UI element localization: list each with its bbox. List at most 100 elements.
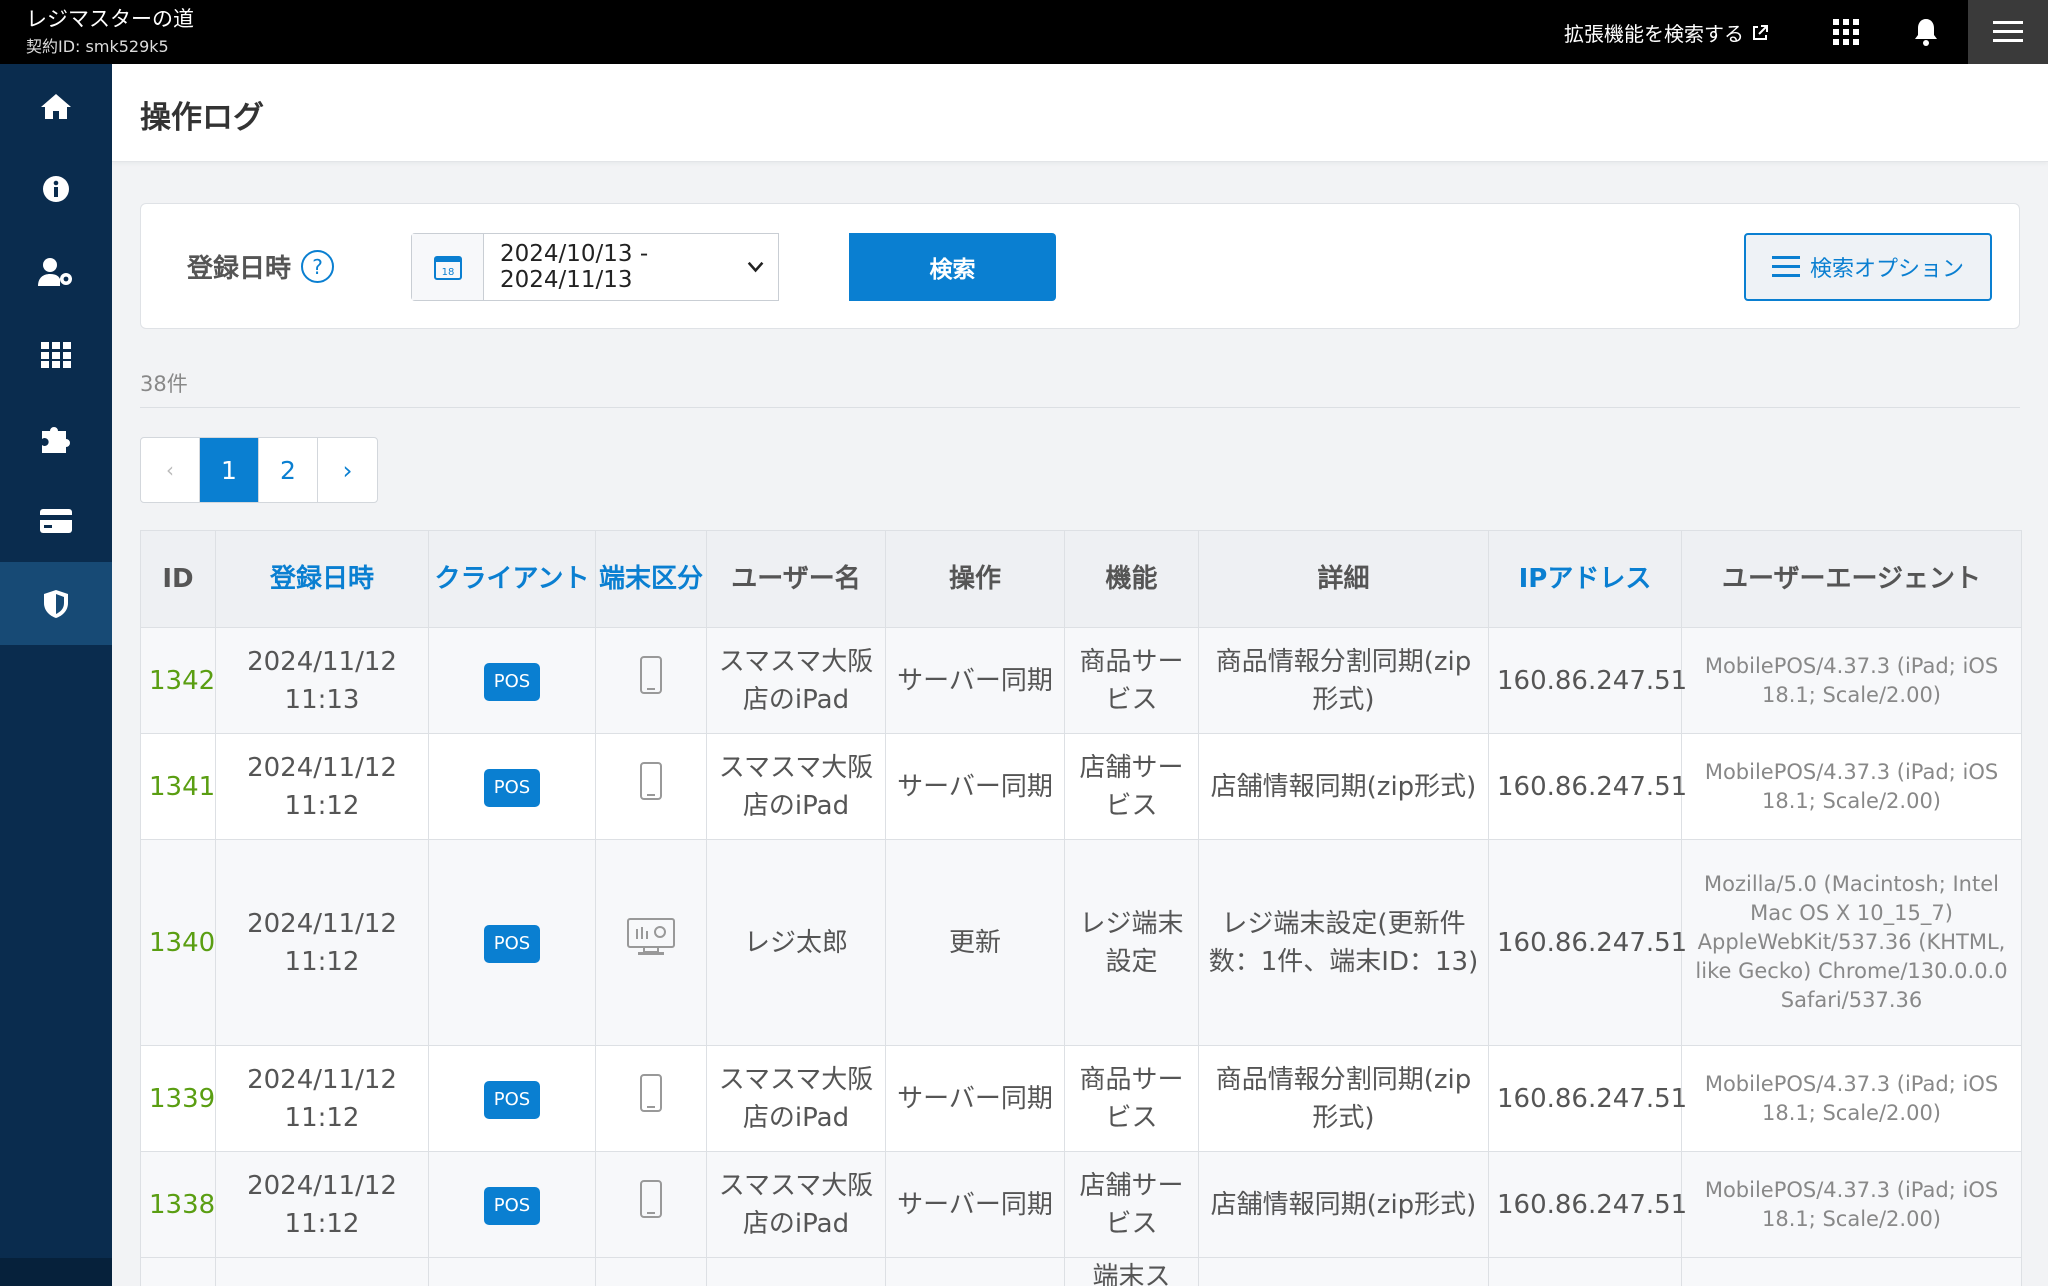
sidebar-item-extensions[interactable] [0, 396, 112, 479]
date-range-value: 2024/10/13 - 2024/11/13 [500, 241, 649, 293]
log-operation: サーバー同期 [885, 1151, 1065, 1258]
column-header-operation: 操作 [885, 530, 1065, 628]
top-bar: レジマスターの道 契約ID: smk529k5 拡張機能を検索する [0, 0, 2048, 64]
log-operation: サーバー同期 [885, 733, 1065, 840]
table-row: 1339 2024/11/12 11:12 POS スマスマ大阪店のiPad サー… [140, 1045, 2022, 1152]
log-user: スマスマ大阪店のiPad [706, 1151, 886, 1258]
app-title: レジマスターの道 [26, 7, 194, 31]
log-date: 2024/11/12 11:12 [215, 839, 429, 1046]
divider [140, 407, 2020, 408]
mobile-device-icon [595, 733, 707, 840]
calendar-day: 18 [441, 267, 454, 278]
help-icon[interactable]: ? [301, 250, 335, 283]
log-id-link[interactable]: 1341 [149, 772, 215, 802]
hamburger-menu-button[interactable] [1968, 0, 2048, 64]
log-user-agent: MobilePOS/4.37.3 (iPad; iOS 18.1; Scale/… [1681, 627, 2022, 734]
log-user-agent: Mozilla/5.0 (Macintosh; Intel Mac OS X 1… [1681, 839, 2022, 1046]
log-user: レジ太郎 [706, 839, 886, 1046]
list-icon [1771, 256, 1800, 277]
client-badge: POS [483, 663, 541, 701]
search-options-button[interactable]: 検索オプション [1744, 233, 1992, 301]
log-user: スマスマ大阪店のiPad [706, 627, 886, 734]
puzzle-icon [42, 426, 70, 453]
sidebar-item-security[interactable] [0, 562, 112, 645]
brand: レジマスターの道 契約ID: smk529k5 [26, 6, 194, 58]
column-header-client[interactable]: クライアント [428, 530, 596, 628]
filter-panel: 登録日時 ? 18 2024/10/13 - 2024/11/13 検索 検索オ… [140, 203, 2020, 329]
column-header-date[interactable]: 登録日時 [215, 530, 429, 628]
log-id-link[interactable]: 1340 [149, 928, 215, 958]
home-icon [41, 93, 71, 119]
sidebar-item-billing[interactable] [0, 479, 112, 562]
column-header-ip[interactable]: IPアドレス [1488, 530, 1682, 628]
sidebar-item-user-settings[interactable] [0, 230, 112, 313]
pagination-prev[interactable]: ‹ [141, 438, 200, 502]
column-header-detail: 詳細 [1198, 530, 1489, 628]
mobile-device-icon [595, 627, 707, 734]
mobile-device-icon [595, 1151, 707, 1258]
log-operation: サーバー同期 [885, 1045, 1065, 1152]
table-row: 1342 2024/11/12 11:13 POS スマスマ大阪店のiPad サー… [140, 627, 2022, 734]
pagination-page-2[interactable]: 2 [259, 438, 318, 502]
filter-label: 登録日時 ? [187, 248, 335, 285]
apps-grid-icon [41, 341, 71, 368]
sidebar-item-apps[interactable] [0, 313, 112, 396]
log-operation: 更新 [885, 839, 1065, 1046]
shield-icon [44, 589, 68, 618]
contract-id: 契約ID: smk529k5 [26, 37, 169, 56]
client-badge: POS [483, 1081, 541, 1119]
log-ip: 160.86.247.51 [1488, 1045, 1687, 1152]
log-id-link[interactable]: 1338 [149, 1190, 215, 1220]
log-date: 2024/11/12 11:12 [215, 1045, 429, 1152]
log-detail: 店舗情報同期(zip形式) [1198, 1151, 1489, 1258]
info-icon [43, 175, 69, 202]
log-id-link[interactable]: 1339 [149, 1084, 215, 1114]
client-badge: POS [483, 925, 541, 963]
table-row: 1341 2024/11/12 11:12 POS スマスマ大阪店のiPad サー… [140, 733, 2022, 840]
table-header-row: ID 登録日時 クライアント 端末区分 ユーザー名 操作 機能 詳細 IPアドレ… [140, 530, 2022, 628]
log-detail: 商品情報分割同期(zip形式) [1198, 627, 1489, 734]
pagination-next[interactable]: › [318, 438, 377, 502]
chevron-down-icon [747, 261, 764, 273]
search-options-label: 検索オプション [1809, 257, 1964, 282]
log-date: 2024/11/12 11:12 [215, 1151, 429, 1258]
log-feature: 店舗サービス [1064, 1151, 1199, 1258]
log-user: スマスマ大阪店のiPad [706, 733, 886, 840]
pagination-page-1[interactable]: 1 [200, 438, 259, 502]
operation-log-table: ID 登録日時 クライアント 端末区分 ユーザー名 操作 機能 詳細 IPアドレ… [140, 530, 2022, 1286]
log-user-agent: MobilePOS/4.37.3 (iPad; iOS 18.1; Scale/… [1681, 733, 2022, 840]
apps-grid-icon[interactable] [1826, 12, 1866, 52]
column-header-user: ユーザー名 [706, 530, 886, 628]
log-ip: 160.86.247.51 [1488, 839, 1687, 1046]
bell-icon[interactable] [1906, 12, 1946, 52]
sidebar-footer [0, 1258, 112, 1286]
column-header-user-agent: ユーザーエージェント [1681, 530, 2022, 628]
mobile-device-icon [595, 1045, 707, 1152]
column-header-device[interactable]: 端末区分 [595, 530, 707, 628]
log-feature: 商品サービス [1064, 627, 1199, 734]
log-id-link[interactable]: 1342 [149, 666, 215, 696]
search-button[interactable]: 検索 [849, 233, 1056, 301]
log-feature: 店舗サービス [1064, 733, 1199, 840]
table-row: 端末ス [140, 1257, 2022, 1286]
log-ip: 160.86.247.51 [1488, 1151, 1687, 1258]
column-header-feature: 機能 [1064, 530, 1199, 628]
date-range-picker[interactable]: 18 2024/10/13 - 2024/11/13 [411, 233, 779, 301]
log-user-agent: MobilePOS/4.37.3 (iPad; iOS 18.1; Scale/… [1681, 1151, 2022, 1258]
extension-search-link[interactable]: 拡張機能を検索する [1564, 18, 1768, 47]
log-feature: レジ端末設定 [1064, 839, 1199, 1046]
log-user: スマスマ大阪店のiPad [706, 1045, 886, 1152]
extension-search-label: 拡張機能を検索する [1564, 22, 1744, 46]
log-date: 2024/11/12 11:12 [215, 733, 429, 840]
sidebar [0, 64, 112, 1286]
sidebar-item-home[interactable] [0, 64, 112, 147]
log-date: 2024/11/12 11:13 [215, 627, 429, 734]
page-header: 操作ログ [112, 64, 2048, 162]
hamburger-icon [1993, 21, 2023, 42]
table-row: 1338 2024/11/12 11:12 POS スマスマ大阪店のiPad サー… [140, 1151, 2022, 1258]
client-badge: POS [483, 1187, 541, 1225]
log-user-agent: MobilePOS/4.37.3 (iPad; iOS 18.1; Scale/… [1681, 1045, 2022, 1152]
desktop-device-icon [595, 839, 707, 1046]
sidebar-item-info[interactable] [0, 147, 112, 230]
pagination: ‹ 1 2 › [140, 437, 378, 503]
